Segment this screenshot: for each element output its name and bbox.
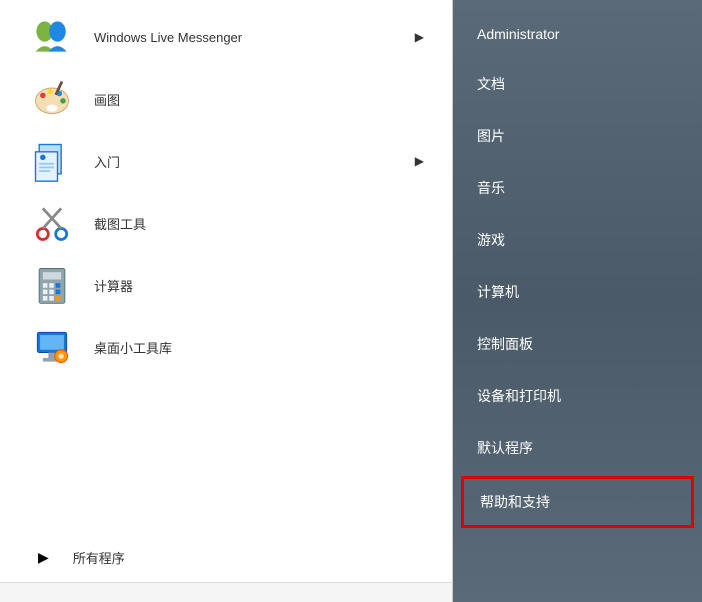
submenu-arrow-icon: ▶ bbox=[415, 30, 424, 44]
program-label: 入门 bbox=[94, 152, 452, 171]
program-item-gadgets[interactable]: 桌面小工具库 bbox=[0, 316, 452, 378]
right-item-pictures[interactable]: 图片 bbox=[453, 110, 702, 162]
right-item-help-support[interactable]: 帮助和支持 bbox=[461, 476, 694, 528]
right-item-default-programs[interactable]: 默认程序 bbox=[453, 422, 702, 474]
start-menu-left-panel: Windows Live Messenger ▶ 画图 bbox=[0, 0, 453, 602]
right-item-control-panel[interactable]: 控制面板 bbox=[453, 318, 702, 370]
right-item-documents[interactable]: 文档 bbox=[453, 58, 702, 110]
right-item-computer[interactable]: 计算机 bbox=[453, 266, 702, 318]
right-item-devices-printers[interactable]: 设备和打印机 bbox=[453, 370, 702, 422]
program-item-calculator[interactable]: 计算器 bbox=[0, 254, 452, 316]
program-item-getting-started[interactable]: 入门 ▶ bbox=[0, 130, 452, 192]
paint-icon bbox=[28, 75, 76, 123]
program-item-snipping-tool[interactable]: 截图工具 bbox=[0, 192, 452, 254]
submenu-arrow-icon: ▶ bbox=[415, 154, 424, 168]
program-label: Windows Live Messenger bbox=[94, 30, 452, 45]
all-programs-label: 所有程序 bbox=[73, 548, 125, 567]
calculator-icon bbox=[28, 261, 76, 309]
program-label: 画图 bbox=[94, 90, 452, 109]
program-label: 计算器 bbox=[94, 276, 452, 295]
start-menu-right-panel: Administrator 文档 图片 音乐 游戏 计算机 控制面板 设备和打印… bbox=[453, 0, 702, 602]
program-item-messenger[interactable]: Windows Live Messenger ▶ bbox=[0, 6, 452, 68]
program-item-paint[interactable]: 画图 bbox=[0, 68, 452, 130]
messenger-icon bbox=[28, 13, 76, 61]
recent-programs-list: Windows Live Messenger ▶ 画图 bbox=[0, 0, 452, 532]
right-item-music[interactable]: 音乐 bbox=[453, 162, 702, 214]
all-programs-button[interactable]: ▶ 所有程序 bbox=[0, 532, 452, 582]
right-item-games[interactable]: 游戏 bbox=[453, 214, 702, 266]
gadgets-icon bbox=[28, 323, 76, 371]
program-label: 桌面小工具库 bbox=[94, 338, 452, 357]
right-item-administrator[interactable]: Administrator bbox=[453, 10, 702, 58]
snipping-tool-icon bbox=[28, 199, 76, 247]
all-programs-arrow-icon: ▶ bbox=[38, 549, 49, 566]
getting-started-icon bbox=[28, 137, 76, 185]
search-area[interactable] bbox=[0, 582, 452, 602]
program-label: 截图工具 bbox=[94, 214, 452, 233]
